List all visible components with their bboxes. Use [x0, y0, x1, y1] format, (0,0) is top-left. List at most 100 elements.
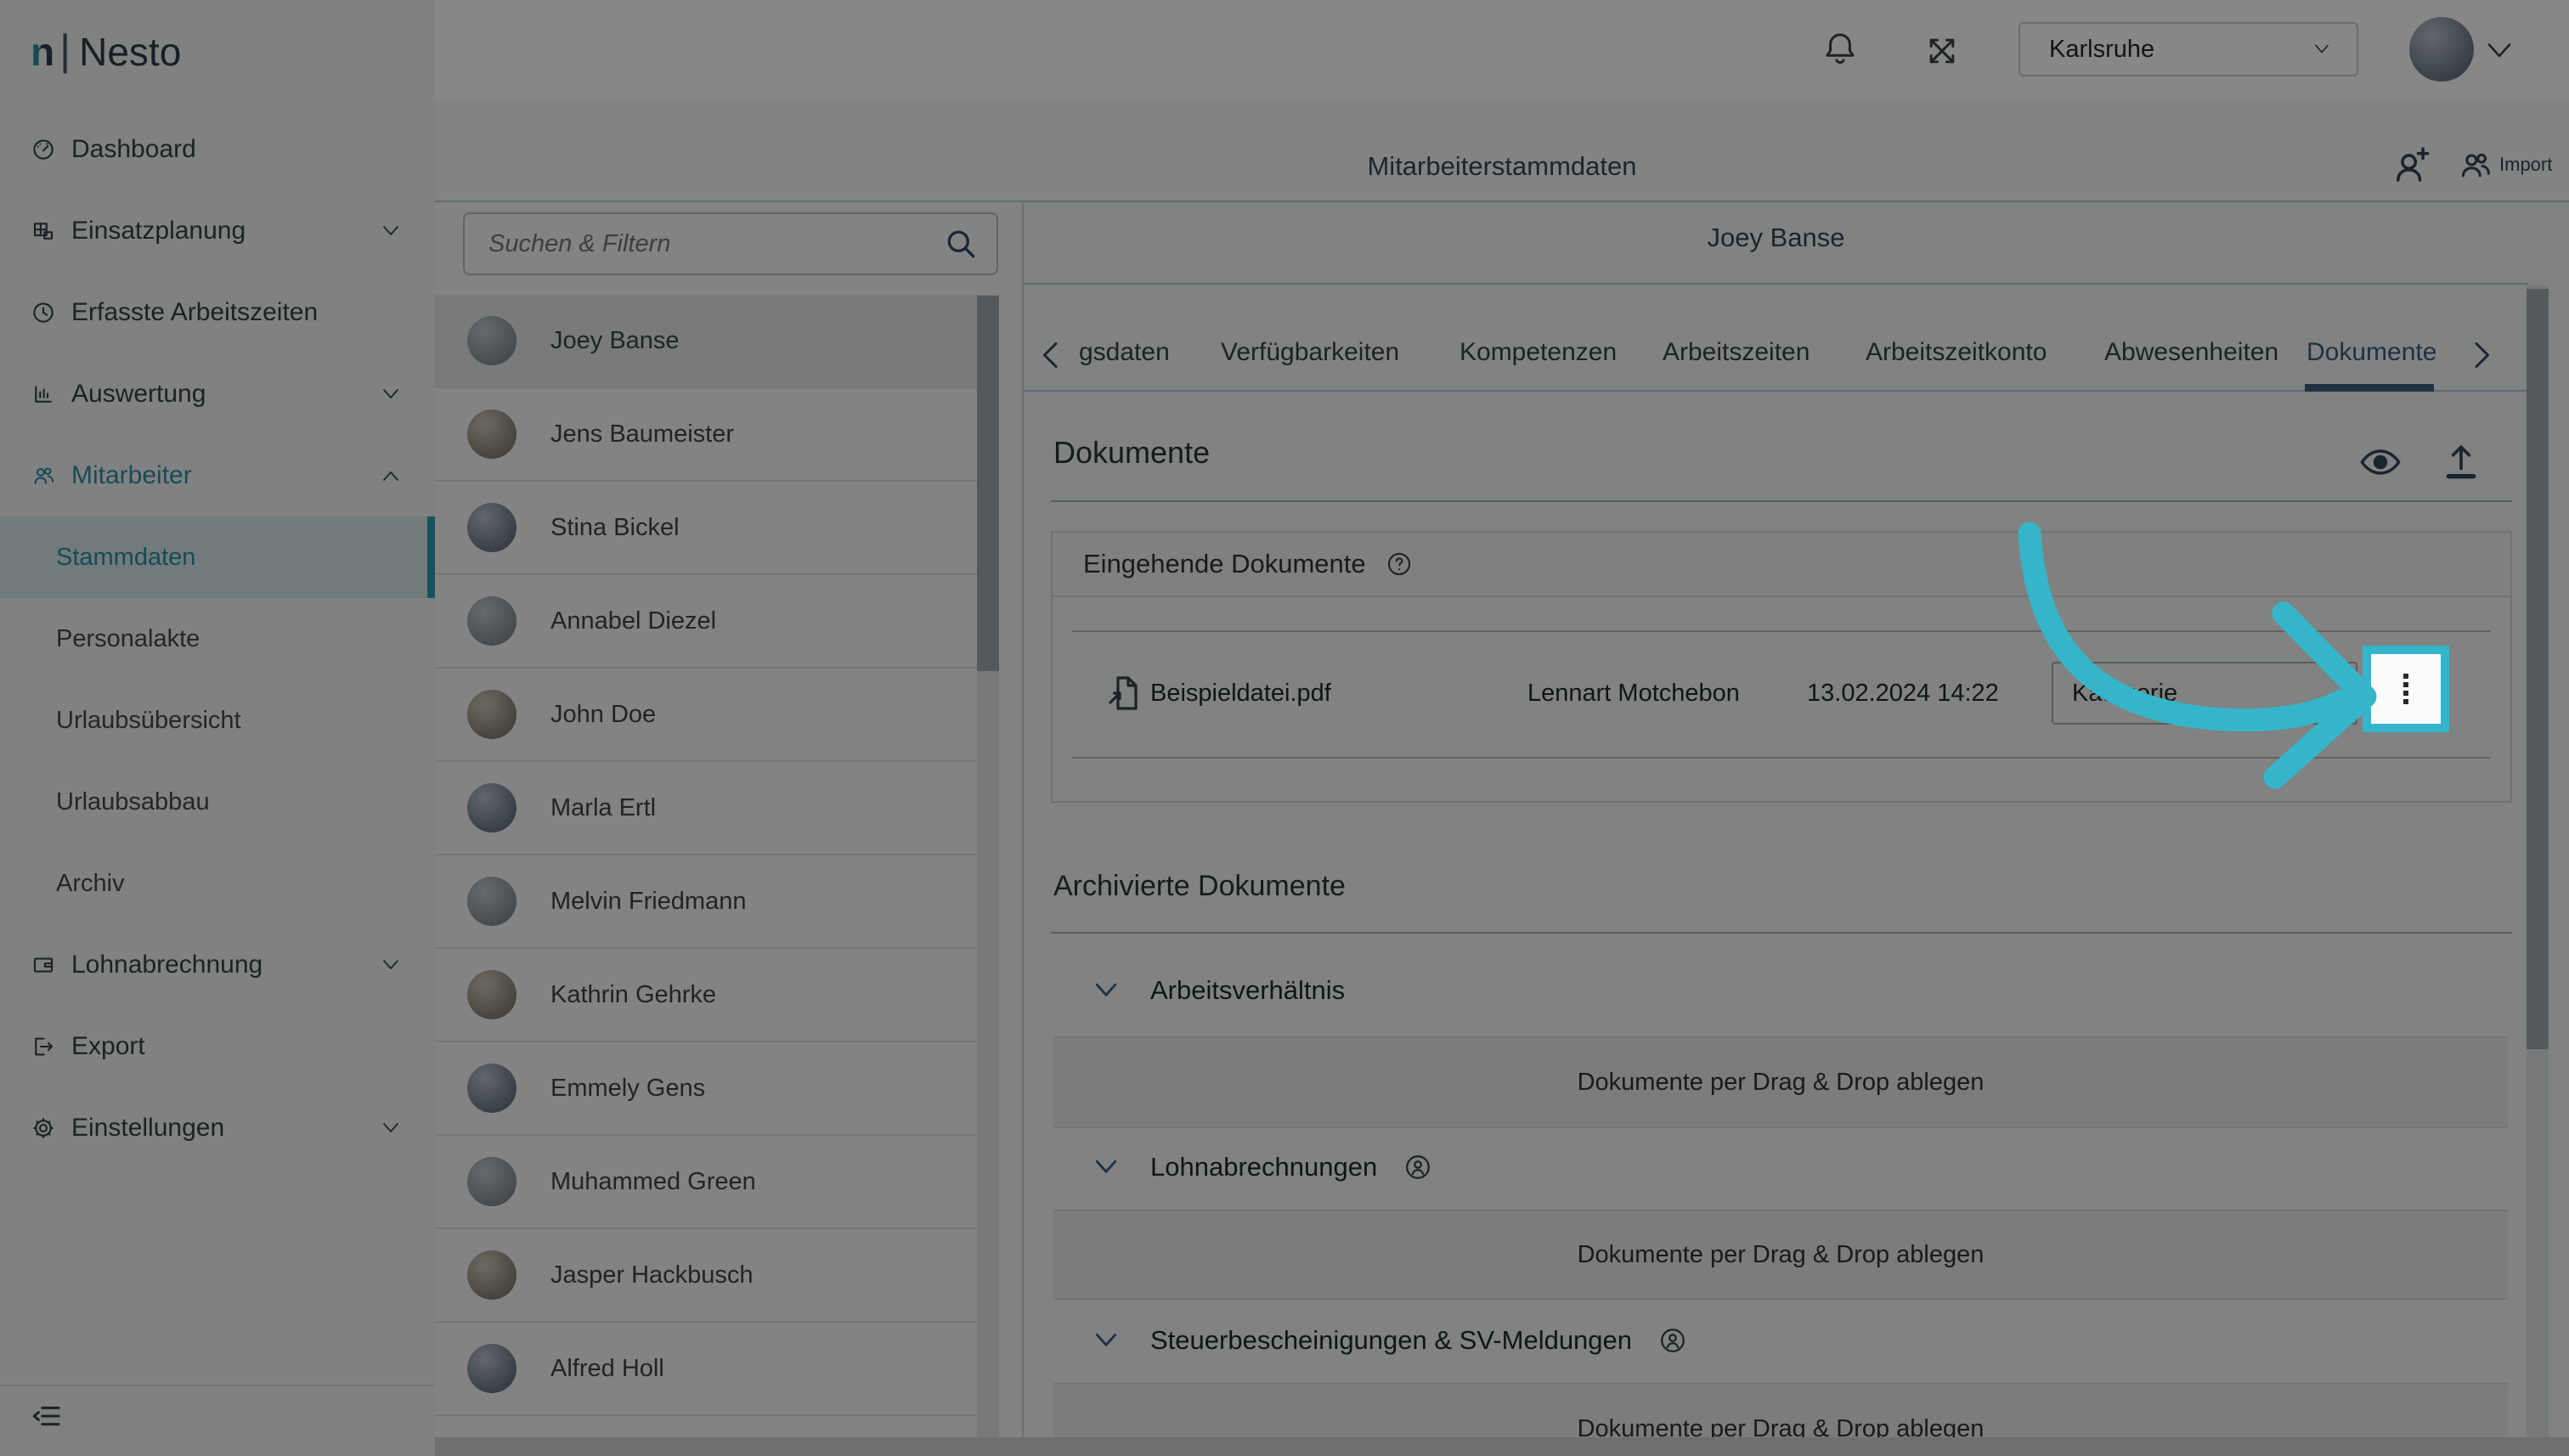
- tabs-divider: [1024, 390, 2528, 392]
- tab-vertragsdaten-cut[interactable]: gsdaten: [1079, 338, 1170, 367]
- employee-row[interactable]: Melvin Friedmann: [435, 855, 999, 949]
- employee-name: Joey Banse: [550, 327, 680, 355]
- employee-row[interactable]: Alfred Holl: [435, 1323, 999, 1416]
- topbar: Karlsruhe: [435, 0, 2569, 100]
- employee-row[interactable]: Annabel Diezel: [435, 575, 999, 669]
- sidebar-subitem-archiv[interactable]: Archiv: [0, 843, 435, 924]
- sidebar-item-dashboard[interactable]: Dashboard: [0, 109, 435, 190]
- employee-row[interactable]: Jens Baumeister: [435, 388, 999, 482]
- file-name[interactable]: Beispieldatei.pdf: [1150, 680, 1331, 708]
- sidebar-subitem-urlaubsuebersicht[interactable]: Urlaubsübersicht: [0, 680, 435, 761]
- sidebar-item-lohnabrechnung[interactable]: Lohnabrechnung: [0, 924, 435, 1006]
- archive-section-steuerbescheinigungen[interactable]: Steuerbescheinigungen & SV-Meldungen: [1093, 1325, 1688, 1356]
- sidebar-item-export[interactable]: Export: [0, 1006, 435, 1087]
- sidebar-subitem-urlaubsabbau[interactable]: Urlaubsabbau: [0, 761, 435, 843]
- notifications-bell-icon[interactable]: [1820, 29, 1860, 70]
- chevron-down-icon: [2311, 42, 2333, 56]
- logo-n: n: [31, 29, 54, 75]
- dropzone-lohnabrechnungen[interactable]: Dokumente per Drag & Drop ablegen: [1053, 1210, 2508, 1300]
- restricted-person-icon: [1403, 1152, 1433, 1182]
- chevron-up-icon: [381, 469, 401, 483]
- employee-row[interactable]: Kathrin Gehrke: [435, 949, 999, 1042]
- employee-name: Emmely Gens: [550, 1075, 705, 1103]
- employee-row-partial[interactable]: [435, 1416, 999, 1437]
- sidebar-item-einstellungen[interactable]: Einstellungen: [0, 1087, 435, 1169]
- employee-row[interactable]: Stina Bickel: [435, 482, 999, 575]
- sidebar-item-label: Dashboard: [71, 135, 196, 164]
- import-button-label: Import: [2499, 154, 2552, 176]
- employee-avatar: [467, 970, 517, 1019]
- user-avatar[interactable]: [2409, 17, 2474, 82]
- preview-eye-icon[interactable]: [2358, 445, 2402, 479]
- archived-documents-title: Archivierte Dokumente: [1053, 870, 1346, 903]
- sidebar: n | Nesto Dashboard Einsatzplanung: [0, 0, 435, 1456]
- archive-section-arbeitsverhaeltnis[interactable]: Arbeitsverhältnis: [1093, 975, 1345, 1006]
- sidebar-item-label: Lohnabrechnung: [71, 951, 263, 979]
- sidebar-item-erfasste-arbeitszeiten[interactable]: Erfasste Arbeitszeiten: [0, 272, 435, 353]
- employee-row[interactable]: Jasper Hackbusch: [435, 1229, 999, 1323]
- export-icon: [31, 1034, 56, 1059]
- chevron-down-icon[interactable]: [1093, 1331, 1120, 1350]
- upload-icon[interactable]: [2440, 437, 2482, 486]
- people-icon: [31, 463, 56, 488]
- sidebar-item-auswertung[interactable]: Auswertung: [0, 353, 435, 435]
- documents-section-title: Dokumente: [1053, 435, 1210, 471]
- tab-arbeitszeiten[interactable]: Arbeitszeiten: [1663, 338, 1810, 367]
- employee-avatar: [467, 1064, 517, 1113]
- sidebar-item-mitarbeiter[interactable]: Mitarbeiter: [0, 435, 435, 516]
- employee-avatar: [467, 1344, 517, 1393]
- category-select[interactable]: Kategorie: [2052, 662, 2357, 725]
- sidebar-item-label: Mitarbeiter: [71, 461, 192, 490]
- clock-icon: [31, 300, 56, 325]
- employee-name: Jens Baumeister: [550, 420, 734, 449]
- employee-row[interactable]: John Doe: [435, 669, 999, 762]
- employee-row[interactable]: Muhammed Green: [435, 1136, 999, 1229]
- user-menu-chevron-icon[interactable]: [2484, 41, 2515, 61]
- import-button[interactable]: Import: [2455, 146, 2552, 183]
- archive-section-label: Arbeitsverhältnis: [1150, 975, 1345, 1006]
- sidebar-nav: Dashboard Einsatzplanung Erfasste Arbeit…: [0, 109, 435, 1169]
- chevron-down-icon[interactable]: [1093, 981, 1120, 1000]
- sidebar-subitem-personalakte[interactable]: Personalakte: [0, 598, 435, 680]
- import-people-icon: [2455, 146, 2494, 183]
- sidebar-item-einsatzplanung[interactable]: Einsatzplanung: [0, 190, 435, 272]
- content-scrollbar-thumb[interactable]: [2527, 289, 2549, 1049]
- sidebar-subitem-label: Urlaubsabbau: [56, 788, 210, 816]
- search-input[interactable]: [487, 229, 942, 259]
- sidebar-subitem-stammdaten[interactable]: Stammdaten: [0, 516, 435, 598]
- employee-list: Joey Banse Jens Baumeister Stina Bickel …: [435, 295, 999, 1437]
- location-select[interactable]: Karlsruhe: [2019, 22, 2358, 76]
- employee-row[interactable]: Marla Ertl: [435, 762, 999, 855]
- help-circle-icon[interactable]: [1385, 550, 1414, 578]
- tabs-scroll-right-icon[interactable]: [2469, 340, 2494, 370]
- employee-avatar: [467, 690, 517, 739]
- collapse-sidebar-icon[interactable]: [29, 1398, 65, 1434]
- employee-row[interactable]: Emmely Gens: [435, 1042, 999, 1136]
- tab-dokumente-active[interactable]: Dokumente: [2306, 338, 2436, 367]
- tab-abwesenheiten[interactable]: Abwesenheiten: [2104, 338, 2278, 367]
- gear-icon: [31, 1115, 56, 1141]
- dropzone-arbeitsverhaeltnis[interactable]: Dokumente per Drag & Drop ablegen: [1053, 1036, 2508, 1128]
- add-employee-icon[interactable]: [2389, 141, 2435, 189]
- restricted-person-icon: [1657, 1325, 1688, 1356]
- schedule-grid-icon: [31, 218, 56, 244]
- chevron-down-icon[interactable]: [1093, 1158, 1120, 1177]
- sidebar-item-label: Einstellungen: [71, 1114, 224, 1143]
- tab-kompetenzen[interactable]: Kompetenzen: [1460, 338, 1617, 367]
- archive-section-label: Lohnabrechnungen: [1150, 1152, 1377, 1182]
- tab-arbeitszeitkonto[interactable]: Arbeitszeitkonto: [1866, 338, 2047, 367]
- employee-row-selected[interactable]: Joey Banse: [435, 295, 999, 388]
- archive-section-label: Steuerbescheinigungen & SV-Meldungen: [1150, 1325, 1632, 1356]
- search-filter-field[interactable]: [463, 212, 998, 275]
- search-icon: [942, 225, 980, 262]
- tabs-scroll-left-icon[interactable]: [1038, 340, 1064, 370]
- sidebar-subitem-label: Urlaubsübersicht: [56, 707, 241, 735]
- location-select-value: Karlsruhe: [2049, 36, 2154, 64]
- employee-avatar: [467, 503, 517, 552]
- archive-section-lohnabrechnungen[interactable]: Lohnabrechnungen: [1093, 1152, 1433, 1182]
- tab-verfuegbarkeiten[interactable]: Verfügbarkeiten: [1221, 338, 1399, 367]
- chevron-down-icon: [381, 224, 401, 238]
- fullscreen-expand-icon[interactable]: [1923, 32, 1961, 70]
- employee-list-scrollbar-thumb[interactable]: [977, 296, 999, 671]
- chevron-down-icon: [381, 1121, 401, 1135]
